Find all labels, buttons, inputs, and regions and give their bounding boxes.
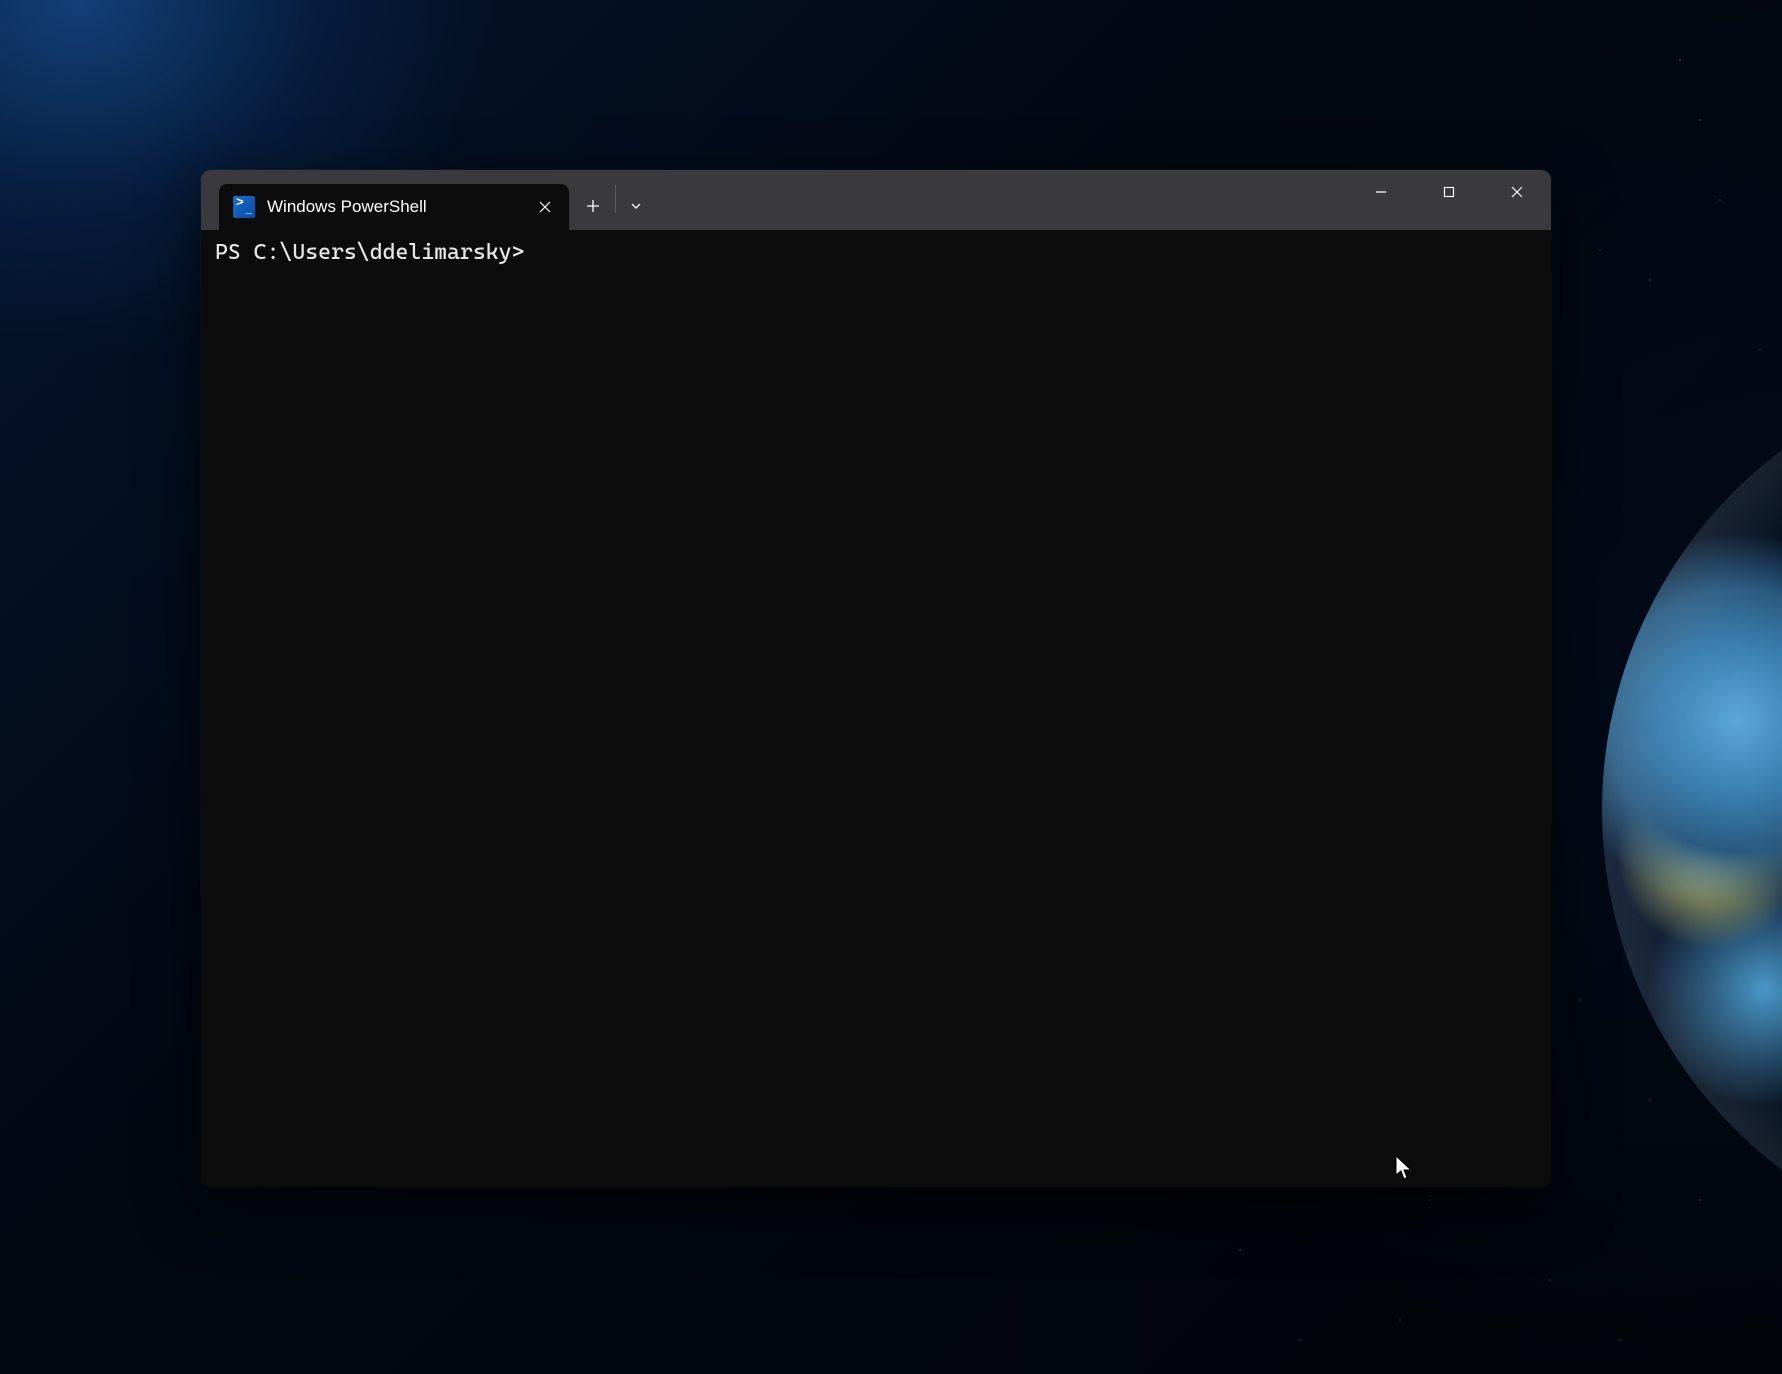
minimize-button[interactable] [1347, 170, 1415, 214]
window-controls [1347, 170, 1551, 214]
tab-close-button[interactable] [531, 193, 559, 221]
powershell-icon [233, 196, 255, 218]
plus-icon [586, 199, 600, 213]
minimize-icon [1374, 185, 1388, 199]
text-cursor [524, 241, 536, 265]
terminal-body[interactable]: PS C:\Users\ddelimarsky> [201, 230, 1551, 1187]
close-icon [539, 201, 551, 213]
titlebar-left-spacer [201, 170, 219, 230]
tab-title: Windows PowerShell [267, 197, 531, 217]
close-window-button[interactable] [1483, 170, 1551, 214]
new-tab-button[interactable] [571, 184, 615, 228]
maximize-icon [1442, 185, 1456, 199]
chevron-down-icon [630, 200, 642, 212]
terminal-window: Windows PowerShell [201, 170, 1551, 1187]
maximize-button[interactable] [1415, 170, 1483, 214]
close-icon [1510, 185, 1524, 199]
prompt: PS C:\Users\ddelimarsky> [215, 240, 524, 265]
tab-powershell[interactable]: Windows PowerShell [219, 184, 569, 230]
tab-dropdown-button[interactable] [616, 184, 656, 228]
titlebar[interactable]: Windows PowerShell [201, 170, 1551, 230]
